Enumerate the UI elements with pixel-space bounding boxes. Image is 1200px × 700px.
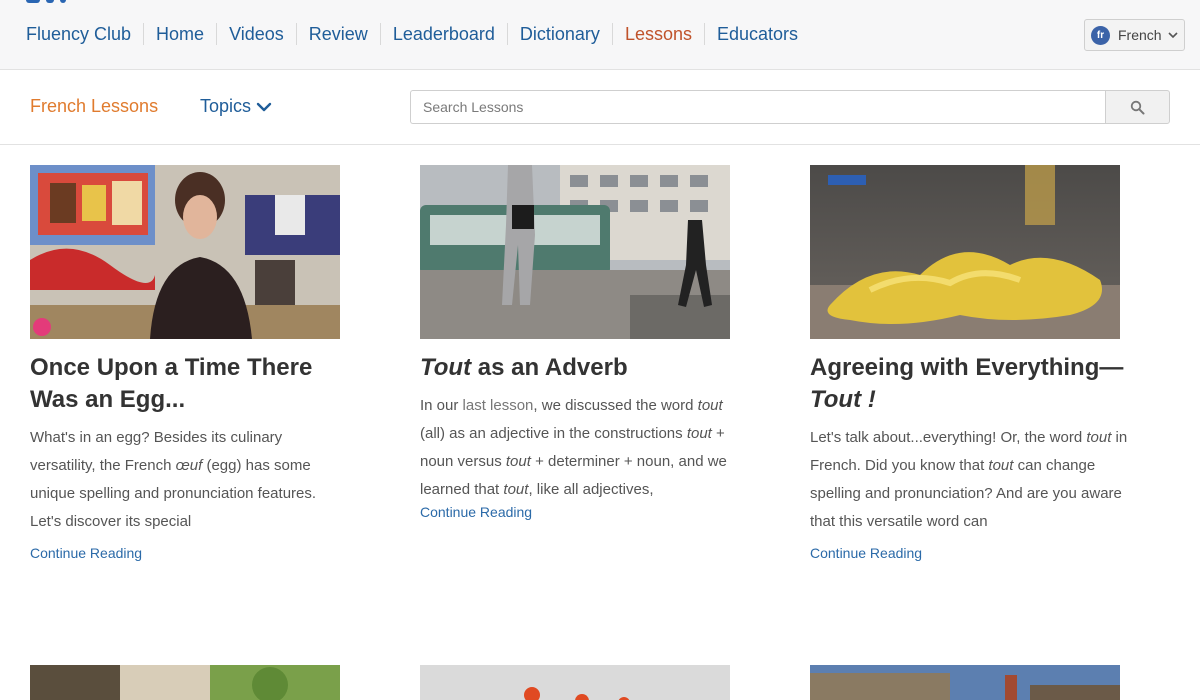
lesson-title[interactable]: Tout as an Adverb	[420, 352, 740, 384]
nav-item-educators[interactable]: Educators	[703, 23, 810, 45]
nav-item-lessons[interactable]: Lessons	[611, 23, 704, 45]
search-button[interactable]	[1105, 90, 1170, 124]
lesson-thumbnail-image	[420, 165, 730, 339]
language-label: French	[1118, 27, 1162, 43]
excerpt-text: Let's talk about...everything! Or, the w…	[810, 429, 1087, 446]
language-selector[interactable]: fr French	[1084, 19, 1185, 51]
main-nav: Fluency Club Home Videos Review Leaderboard D…	[14, 20, 810, 48]
nav-item-dictionary[interactable]: Dictionary	[506, 23, 612, 45]
lesson-title-text: as an Adverb	[471, 354, 628, 381]
excerpt-emphasis: œuf	[175, 457, 203, 474]
excerpt-text: In our	[420, 397, 463, 414]
lesson-thumbnail-image	[810, 665, 1120, 700]
lesson-card: Agreeing with Everything— Tout ! Let's ta…	[810, 165, 1140, 563]
inline-lesson-link[interactable]: last lesson	[463, 397, 534, 414]
lesson-title-text: Agreeing with Everything—	[810, 354, 1124, 381]
excerpt-emphasis: tout	[686, 425, 712, 442]
lesson-title-emphasis: Tout	[420, 354, 472, 381]
nav-item-review[interactable]: Review	[295, 23, 380, 45]
top-navbar: Fluency Club Home Videos Review Leaderboard D…	[0, 0, 1200, 70]
lesson-thumbnail-image	[30, 165, 340, 339]
lesson-thumbnail[interactable]	[420, 165, 730, 339]
lesson-thumbnail-image	[420, 665, 730, 700]
section-title[interactable]: French Lessons	[30, 96, 158, 117]
nav-item-videos[interactable]: Videos	[216, 23, 296, 45]
search-bar	[410, 90, 1170, 124]
lesson-thumbnail[interactable]	[420, 665, 730, 700]
chevron-down-icon	[256, 102, 272, 111]
lesson-title-text: Once Upon a Time There Was an Egg...	[30, 354, 313, 413]
chevron-down-icon	[1168, 32, 1178, 39]
lesson-card: Tout as an Adverb In our last lesson, we…	[420, 165, 750, 522]
nav-item-home[interactable]: Home	[143, 23, 216, 45]
nav-item-fluency-club[interactable]: Fluency Club	[14, 23, 143, 45]
lesson-thumbnail[interactable]	[810, 665, 1120, 700]
language-flag-icon: fr	[1091, 25, 1110, 45]
lesson-excerpt: Let's talk about...everything! Or, the w…	[810, 424, 1130, 536]
excerpt-emphasis: tout	[1086, 429, 1112, 446]
lesson-thumbnail[interactable]	[810, 165, 1120, 339]
excerpt-emphasis: tout	[988, 457, 1014, 474]
nav-item-leaderboard[interactable]: Leaderboard	[379, 23, 507, 45]
lessons-subbar: French Lessons Topics	[0, 70, 1200, 145]
site-logo[interactable]	[26, 0, 86, 4]
continue-reading-link[interactable]: Continue Reading	[810, 545, 922, 561]
search-icon	[1130, 100, 1145, 114]
continue-reading-link[interactable]: Continue Reading	[420, 504, 532, 520]
lesson-thumbnail[interactable]	[30, 665, 340, 700]
topics-dropdown[interactable]: Topics	[200, 96, 272, 117]
search-input[interactable]	[410, 90, 1105, 124]
excerpt-text: , like all adjectives,	[528, 481, 654, 498]
lesson-title[interactable]: Agreeing with Everything— Tout !	[810, 352, 1130, 416]
excerpt-emphasis: tout	[697, 397, 723, 414]
lesson-title[interactable]: Once Upon a Time There Was an Egg...	[30, 352, 350, 416]
lesson-excerpt: In our last lesson, we discussed the wor…	[420, 392, 740, 504]
continue-reading-link[interactable]: Continue Reading	[30, 545, 142, 561]
lesson-thumbnail-image	[30, 665, 340, 700]
topics-label: Topics	[200, 96, 252, 116]
lesson-title-emphasis: Tout !	[810, 386, 876, 413]
excerpt-text: (all) as an adjective in the constructio…	[420, 425, 687, 442]
excerpt-emphasis: tout	[505, 453, 531, 470]
lesson-card: Once Upon a Time There Was an Egg... Wha…	[30, 165, 360, 563]
excerpt-emphasis: tout	[503, 481, 529, 498]
excerpt-text: , we discussed the word	[533, 397, 698, 414]
lesson-thumbnail-image	[810, 165, 1120, 339]
lesson-thumbnail[interactable]	[30, 165, 340, 339]
lesson-excerpt: What's in an egg? Besides its culinary v…	[30, 424, 350, 536]
